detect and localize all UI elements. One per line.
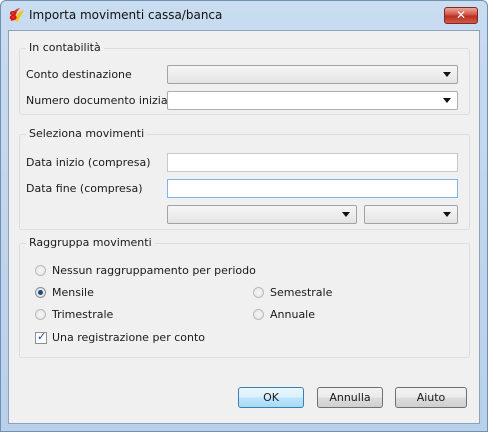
period-input[interactable]: [170, 207, 338, 222]
radio-trimestrale[interactable]: [35, 309, 46, 320]
radio-nessun-raggruppamento[interactable]: [35, 265, 46, 276]
banana-app-icon: 8: [9, 8, 24, 23]
year-combo[interactable]: [364, 205, 458, 224]
group-raggruppa-movimenti: Raggruppa movimenti Nessun raggruppament…: [19, 236, 470, 358]
numero-documento-label: Numero documento iniziale: [26, 94, 178, 107]
radio-semestrale[interactable]: [253, 287, 264, 298]
ok-button[interactable]: OK: [238, 387, 304, 408]
data-inizio-input[interactable]: [170, 155, 455, 170]
radio-nessun-raggruppamento-label[interactable]: Nessun raggruppamento per periodo: [52, 264, 256, 277]
numero-documento-combo[interactable]: [167, 91, 458, 110]
svg-text:8: 8: [9, 9, 17, 23]
checkmark-icon: ✓: [37, 330, 47, 343]
period-combo[interactable]: [167, 205, 357, 224]
group-in-contabilita-title: In contabilità: [26, 41, 104, 54]
numero-documento-input[interactable]: [170, 93, 439, 108]
radio-mensile[interactable]: [35, 287, 46, 298]
chevron-down-icon: [342, 212, 350, 217]
radio-annuale[interactable]: [253, 309, 264, 320]
data-fine-field[interactable]: [167, 179, 458, 198]
close-button[interactable]: ✕: [444, 7, 478, 24]
checkbox-una-registrazione-label[interactable]: Una registrazione per conto: [52, 331, 205, 344]
radio-semestrale-label[interactable]: Semestrale: [270, 286, 332, 299]
dialog-window: 8 Importa movimenti cassa/banca ✕ In con…: [0, 0, 488, 432]
annulla-button[interactable]: Annulla: [317, 387, 383, 408]
data-fine-input[interactable]: [170, 181, 455, 196]
year-input[interactable]: [367, 207, 439, 222]
group-seleziona-title: Seleziona movimenti: [26, 127, 148, 140]
checkbox-una-registrazione[interactable]: ✓: [35, 330, 47, 344]
group-in-contabilita: In contabilità Conto destinazione Numero…: [19, 41, 470, 115]
close-icon: ✕: [455, 8, 467, 22]
chevron-down-icon: [443, 212, 451, 217]
conto-destinazione-input[interactable]: [170, 67, 439, 82]
dialog-client-area: In contabilità Conto destinazione Numero…: [8, 30, 480, 424]
chevron-down-icon: [443, 98, 451, 103]
conto-destinazione-combo[interactable]: [167, 65, 458, 84]
data-inizio-label: Data inizio (compresa): [26, 156, 151, 169]
data-inizio-field[interactable]: [167, 153, 458, 172]
aiuto-button[interactable]: Aiuto: [395, 387, 467, 408]
group-raggruppa-title: Raggruppa movimenti: [26, 236, 155, 249]
chevron-down-icon: [443, 72, 451, 77]
data-fine-label: Data fine (compresa): [26, 182, 143, 195]
radio-trimestrale-label[interactable]: Trimestrale: [52, 308, 113, 321]
title-bar[interactable]: 8 Importa movimenti cassa/banca ✕: [1, 1, 487, 29]
radio-annuale-label[interactable]: Annuale: [270, 308, 315, 321]
group-seleziona-movimenti: Seleziona movimenti Data inizio (compres…: [19, 127, 470, 230]
window-title: Importa movimenti cassa/banca: [29, 8, 223, 22]
radio-mensile-label[interactable]: Mensile: [52, 286, 94, 299]
conto-destinazione-label: Conto destinazione: [26, 68, 132, 81]
